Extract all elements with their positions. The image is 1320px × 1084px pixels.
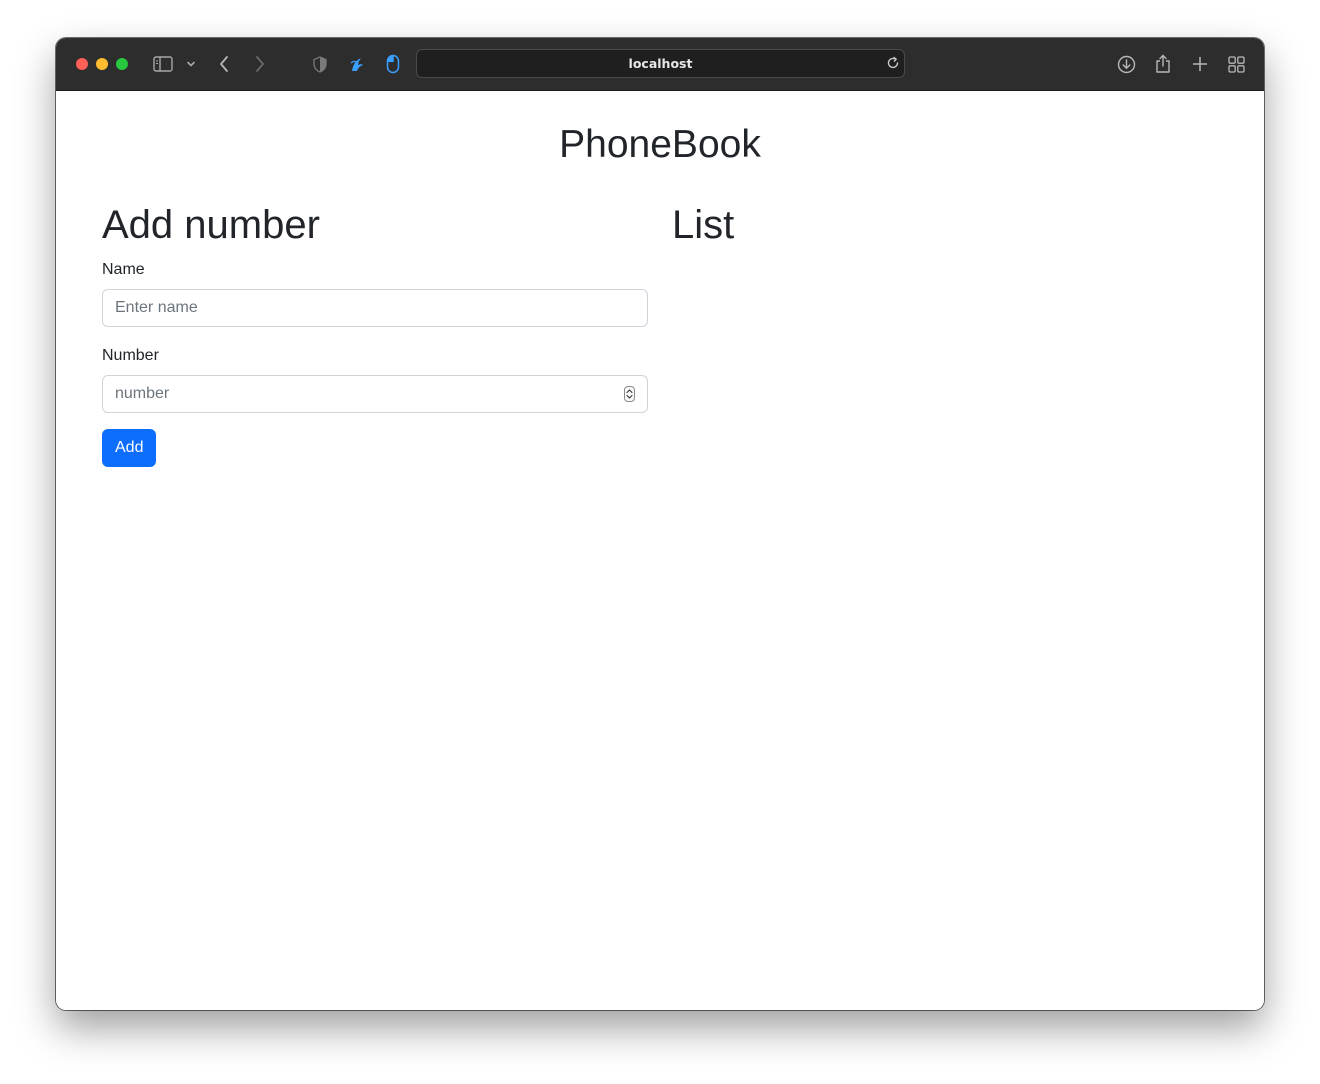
forward-arrow-icon[interactable] <box>252 52 268 76</box>
extension-bird-icon[interactable] <box>348 52 366 76</box>
browser-toolbar: localhost <box>56 38 1264 91</box>
minimize-window-button[interactable] <box>96 58 108 70</box>
number-field <box>102 375 648 413</box>
tab-overview-icon[interactable] <box>1227 52 1245 76</box>
field-spacer <box>102 327 648 335</box>
desktop: localhost PhoneBook Add number Name Ente… <box>0 0 1320 1084</box>
number-label: Number <box>102 347 159 364</box>
chevron-down-icon[interactable] <box>184 52 198 76</box>
share-icon[interactable] <box>1154 52 1172 76</box>
new-tab-icon[interactable] <box>1191 52 1209 76</box>
name-input[interactable] <box>102 289 648 327</box>
extension-mouse-icon[interactable] <box>385 52 401 76</box>
address-bar[interactable]: localhost <box>416 49 905 78</box>
add-number-heading: Add number <box>102 203 320 247</box>
name-label: Name <box>102 261 145 278</box>
list-heading: List <box>672 203 735 247</box>
add-number-section: Add number Name Number Add <box>102 201 648 467</box>
zoom-window-button[interactable] <box>116 58 128 70</box>
privacy-shield-icon[interactable] <box>312 52 328 76</box>
address-url: localhost <box>628 56 693 71</box>
sidebar-toggle-icon[interactable] <box>152 52 174 76</box>
page-content: PhoneBook Add number Name Number <box>56 91 1264 1010</box>
downloads-icon[interactable] <box>1116 52 1136 76</box>
number-stepper[interactable] <box>624 386 635 402</box>
list-section: List <box>672 201 1218 249</box>
reload-icon[interactable] <box>886 56 900 75</box>
page-title: PhoneBook <box>559 123 761 166</box>
add-button[interactable]: Add <box>102 429 157 467</box>
browser-window: localhost PhoneBook Add number Name Ente… <box>56 38 1264 1010</box>
back-arrow-icon[interactable] <box>216 52 232 76</box>
number-input[interactable] <box>102 375 648 413</box>
close-window-button[interactable] <box>76 58 88 70</box>
